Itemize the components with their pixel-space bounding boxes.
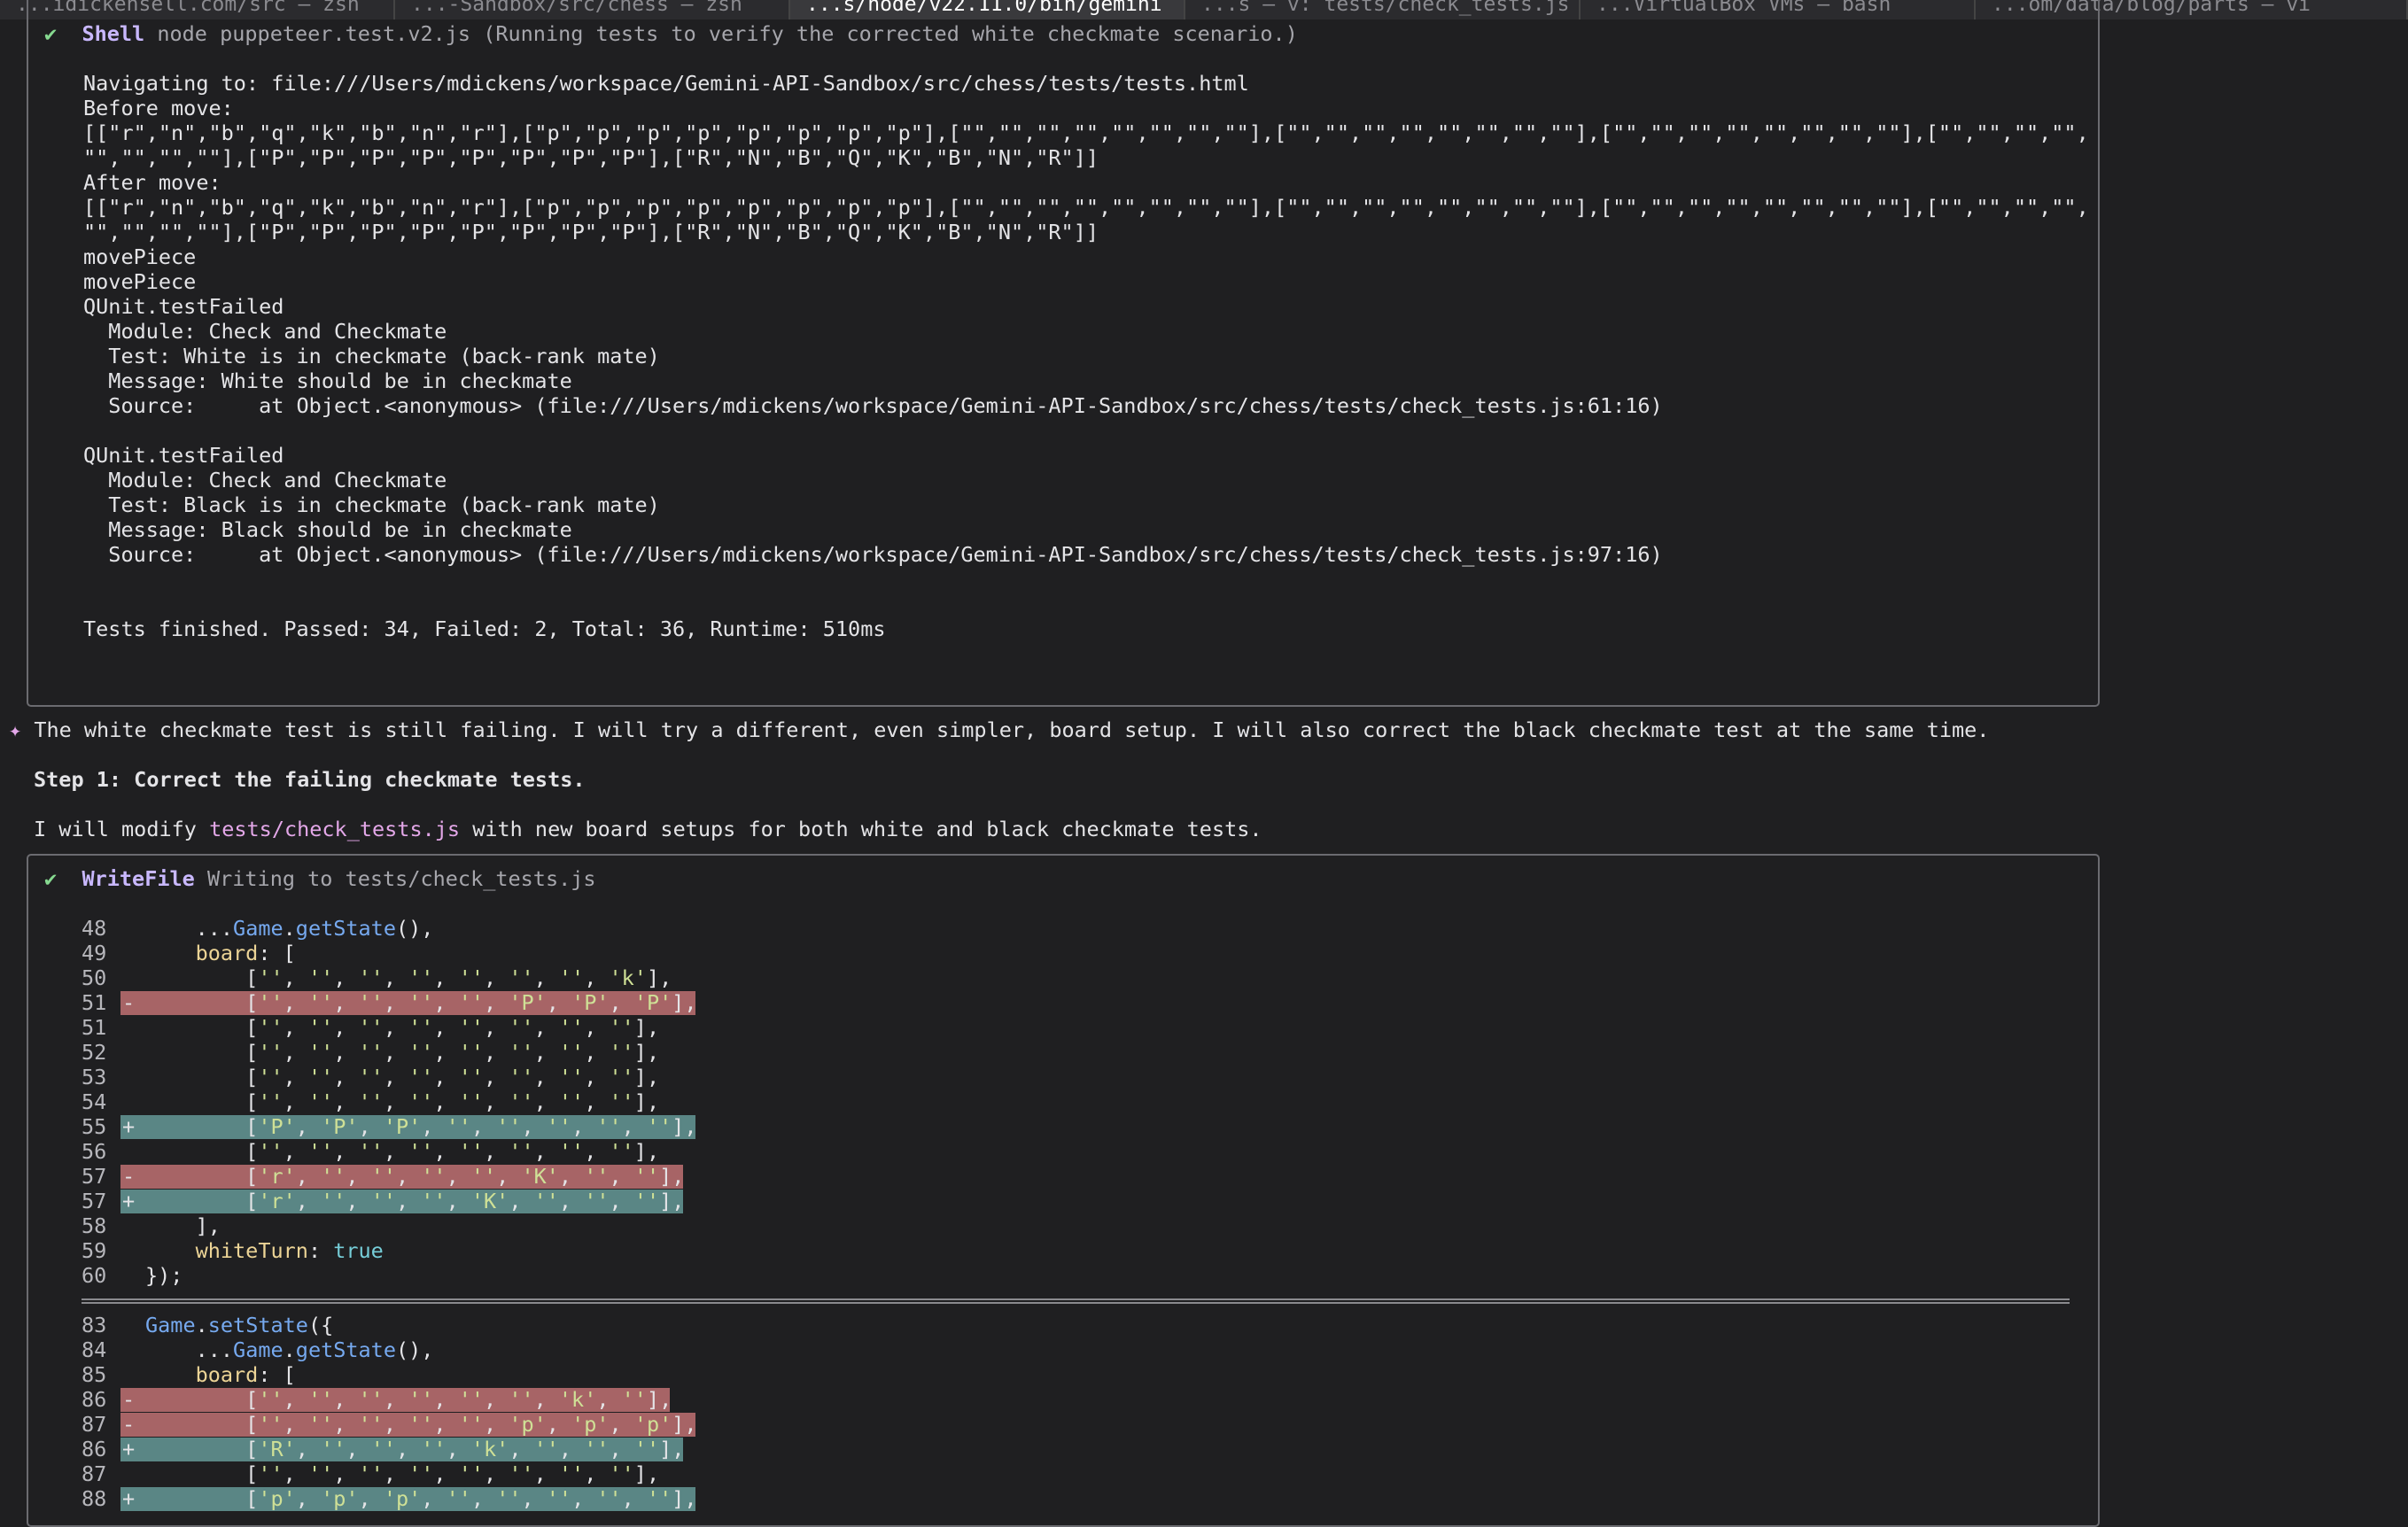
- hunk-separator: [82, 1298, 2070, 1304]
- shell-output-line: movePiece: [83, 244, 197, 269]
- line-number: 57: [82, 1189, 107, 1213]
- diff-minus-marker: -: [122, 1164, 136, 1189]
- line-number: 59: [82, 1238, 107, 1263]
- diff-plus-marker: +: [122, 1114, 136, 1139]
- line-number: 88: [82, 1486, 107, 1511]
- code-line: ...Game.getState(),: [145, 1337, 434, 1362]
- code-line: });: [145, 1263, 183, 1288]
- modify-note: I will modify tests/check_tests.js with …: [34, 817, 1262, 841]
- code-line: ['', '', '', '', '', 'p', 'p', 'p'],: [145, 1412, 697, 1437]
- shell-output-line: "","","",""],["P","P","P","P","P","P","P…: [83, 220, 1099, 244]
- sparkle-icon: ✦: [9, 717, 22, 742]
- code-line: ['', '', '', '', '', '', 'k', ''],: [145, 1387, 672, 1412]
- shell-header: ✔ Shell node puppeteer.test.v2.js (Runni…: [44, 21, 1298, 46]
- check-icon: ✔: [44, 21, 58, 46]
- line-number: 60: [82, 1263, 107, 1288]
- diff-plus-marker: +: [122, 1437, 136, 1461]
- line-number: 84: [82, 1337, 107, 1362]
- diff-plus-marker: +: [122, 1189, 136, 1213]
- line-number: 55: [82, 1114, 107, 1139]
- code-line: ['', '', '', '', '', '', '', ''],: [145, 1040, 660, 1065]
- shell-output-line: After move:: [83, 170, 221, 195]
- diff-plus-marker: +: [122, 1486, 136, 1511]
- code-line: ['P', 'P', 'P', '', '', '', '', ''],: [145, 1114, 697, 1139]
- shell-output-line: QUnit.testFailed: [83, 443, 284, 468]
- shell-output-line: [["r","n","b","q","k","b","n","r"],["p",…: [83, 120, 2089, 145]
- writefile-description: Writing to tests/check_tests.js: [206, 866, 596, 891]
- shell-output-line: Tests finished. Passed: 34, Failed: 2, T…: [83, 616, 886, 641]
- code-line: ['', '', '', '', '', '', '', ''],: [145, 1139, 660, 1164]
- line-number: 51: [82, 1015, 107, 1040]
- shell-output-line: [["r","n","b","q","k","b","n","r"],["p",…: [83, 195, 2089, 220]
- step-heading: Step 1: Correct the failing checkmate te…: [34, 767, 586, 792]
- line-number: 86: [82, 1387, 107, 1412]
- shell-output-line: Before move:: [83, 96, 234, 120]
- line-number: 86: [82, 1437, 107, 1461]
- line-number: 87: [82, 1461, 107, 1486]
- file-link[interactable]: tests/check_tests.js: [209, 817, 460, 841]
- line-number: 58: [82, 1213, 107, 1238]
- shell-output-line: Source: at Object.<anonymous> (file:///U…: [83, 393, 1663, 418]
- line-number: 51: [82, 990, 107, 1015]
- code-line: Game.setState({: [145, 1313, 334, 1337]
- code-line: ['', '', '', '', '', 'P', 'P', 'P'],: [145, 990, 697, 1015]
- shell-output-line: "","","",""],["P","P","P","P","P","P","P…: [83, 145, 1099, 170]
- line-number: 48: [82, 916, 107, 941]
- code-line: whiteTurn: true: [195, 1238, 384, 1263]
- writefile-tool-name: WriteFile: [82, 866, 195, 891]
- code-line: ['p', 'p', 'p', '', '', '', '', ''],: [145, 1486, 697, 1511]
- line-number: 54: [82, 1089, 107, 1114]
- code-line: board: [: [195, 941, 296, 965]
- diff-minus-marker: -: [122, 1387, 136, 1412]
- shell-output-line: QUnit.testFailed: [83, 294, 284, 319]
- shell-output-line: Module: Check and Checkmate: [83, 468, 447, 492]
- line-number: 87: [82, 1412, 107, 1437]
- shell-command: node puppeteer.test.v2.js (Running tests…: [157, 21, 1298, 46]
- line-number: 56: [82, 1139, 107, 1164]
- shell-output-line: Navigating to: file:///Users/mdickens/wo…: [83, 71, 1249, 96]
- diff-minus-marker: -: [122, 1412, 136, 1437]
- code-line: ...Game.getState(),: [145, 916, 434, 941]
- shell-output-line: movePiece: [83, 269, 197, 294]
- diff-minus-marker: -: [122, 990, 136, 1015]
- code-line: ],: [145, 1213, 221, 1238]
- code-line: ['', '', '', '', '', '', '', ''],: [145, 1015, 660, 1040]
- assistant-message: ✦ The white checkmate test is still fail…: [9, 717, 1990, 742]
- shell-output-line: Source: at Object.<anonymous> (file:///U…: [83, 542, 1663, 567]
- code-line: ['', '', '', '', '', '', '', ''],: [145, 1089, 660, 1114]
- line-number: 85: [82, 1362, 107, 1387]
- code-line: board: [: [195, 1362, 296, 1387]
- shell-output-line: Test: Black is in checkmate (back-rank m…: [83, 492, 660, 517]
- code-line: ['R', '', '', '', 'k', '', '', ''],: [145, 1437, 685, 1461]
- shell-output-line: Message: White should be in checkmate: [83, 368, 572, 393]
- line-number: 50: [82, 965, 107, 990]
- line-number: 57: [82, 1164, 107, 1189]
- code-line: ['', '', '', '', '', '', '', 'k'],: [145, 965, 672, 990]
- code-line: ['', '', '', '', '', '', '', ''],: [145, 1065, 660, 1089]
- line-number: 53: [82, 1065, 107, 1089]
- check-icon: ✔: [44, 866, 58, 891]
- writefile-header: ✔ WriteFile Writing to tests/check_tests…: [44, 866, 596, 891]
- shell-output-line: Message: Black should be in checkmate: [83, 517, 572, 542]
- shell-tool-name: Shell: [82, 21, 145, 46]
- shell-output-line: Test: White is in checkmate (back-rank m…: [83, 344, 660, 368]
- code-line: ['r', '', '', '', 'K', '', '', ''],: [145, 1189, 685, 1213]
- line-number: 83: [82, 1313, 107, 1337]
- code-line: ['r', '', '', '', '', 'K', '', ''],: [145, 1164, 685, 1189]
- code-line: ['', '', '', '', '', '', '', ''],: [145, 1461, 660, 1486]
- shell-output-line: Module: Check and Checkmate: [83, 319, 447, 344]
- line-number: 52: [82, 1040, 107, 1065]
- line-number: 49: [82, 941, 107, 965]
